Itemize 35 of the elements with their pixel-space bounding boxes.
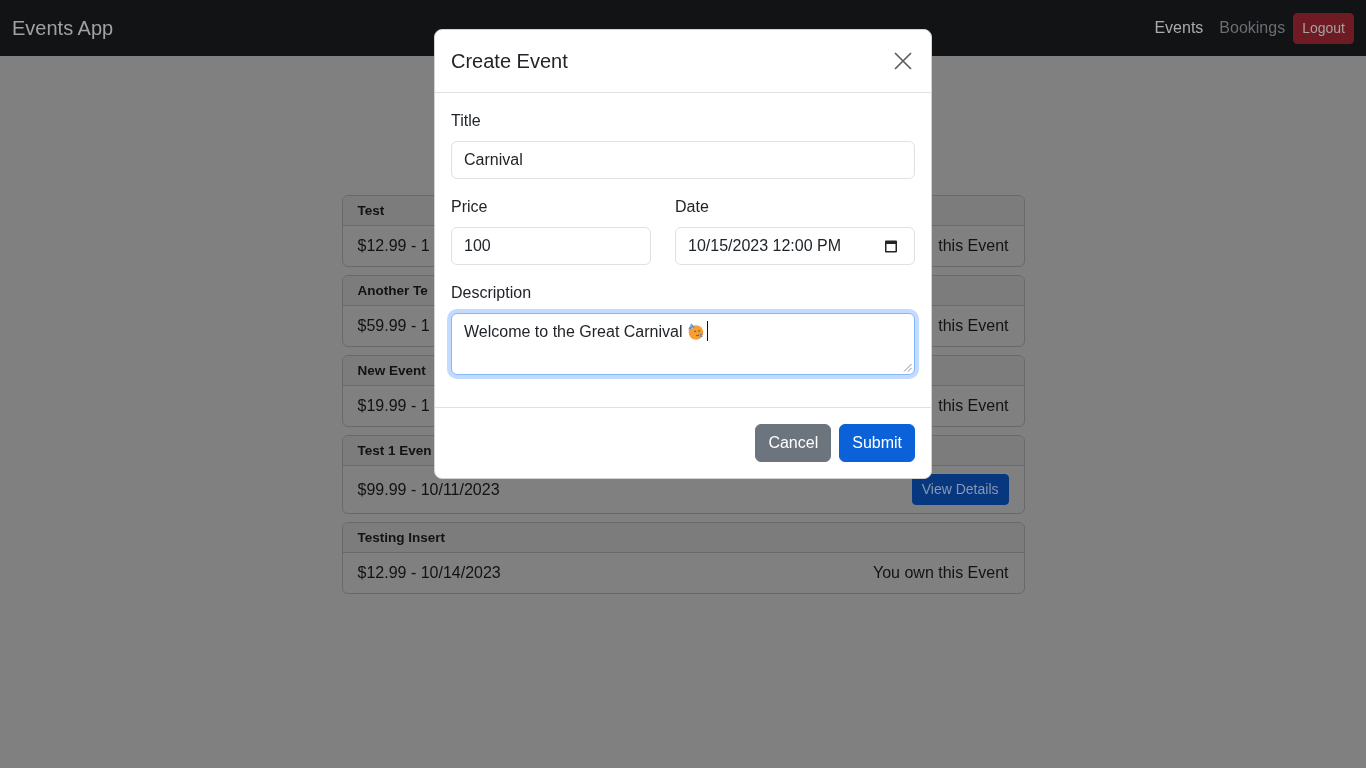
event-title: Test 1 Even bbox=[357, 443, 432, 458]
event-title: Test bbox=[357, 203, 385, 218]
field-label: Date bbox=[675, 197, 710, 217]
ownership-note: this Event bbox=[938, 396, 1009, 416]
event-price-date: $12.99 - 1 bbox=[357, 236, 430, 256]
event-title: Another Te bbox=[357, 283, 428, 298]
nav-link[interactable]: Bookings bbox=[1211, 8, 1294, 48]
party-face-icon bbox=[686, 323, 704, 340]
event-price-date: $12.99 - 10/14/2023 bbox=[357, 563, 501, 583]
close-icon bbox=[894, 52, 912, 70]
calendar-icon bbox=[884, 239, 898, 253]
event-price-date: $59.99 - 1 bbox=[357, 316, 430, 336]
event-title: New Event bbox=[357, 363, 426, 378]
text-cursor-icon bbox=[706, 321, 708, 341]
title-field[interactable]: Carnival bbox=[451, 141, 915, 179]
resize-grip-icon bbox=[903, 363, 912, 372]
field-label: Price bbox=[451, 197, 489, 217]
event-title: Testing Insert bbox=[357, 530, 445, 545]
price-field[interactable]: 100 bbox=[451, 227, 651, 265]
event-price-date: $19.99 - 1 bbox=[357, 396, 430, 416]
ownership-note: this Event bbox=[938, 236, 1009, 256]
cancel-button[interactable]: Cancel bbox=[755, 424, 832, 462]
description-field[interactable]: Welcome to the Great Carnival bbox=[451, 313, 915, 375]
view-details-button[interactable]: View Details bbox=[911, 474, 1009, 505]
logout-button[interactable]: Logout bbox=[1293, 12, 1354, 44]
event-price-date: $99.99 - 10/11/2023 bbox=[357, 479, 500, 500]
field-label: Description bbox=[451, 283, 533, 303]
ownership-note: this Event bbox=[938, 316, 1009, 336]
nav-link[interactable]: Events bbox=[1146, 8, 1212, 48]
submit-button[interactable]: Submit bbox=[839, 424, 915, 462]
field-label: Title bbox=[451, 111, 482, 131]
date-field[interactable]: 10/15/2023 12:00 PM bbox=[675, 227, 915, 265]
dialog-title: Create Event bbox=[451, 49, 568, 74]
brand-title[interactable]: Events App bbox=[12, 13, 114, 43]
ownership-note: You own this Event bbox=[873, 563, 1009, 583]
